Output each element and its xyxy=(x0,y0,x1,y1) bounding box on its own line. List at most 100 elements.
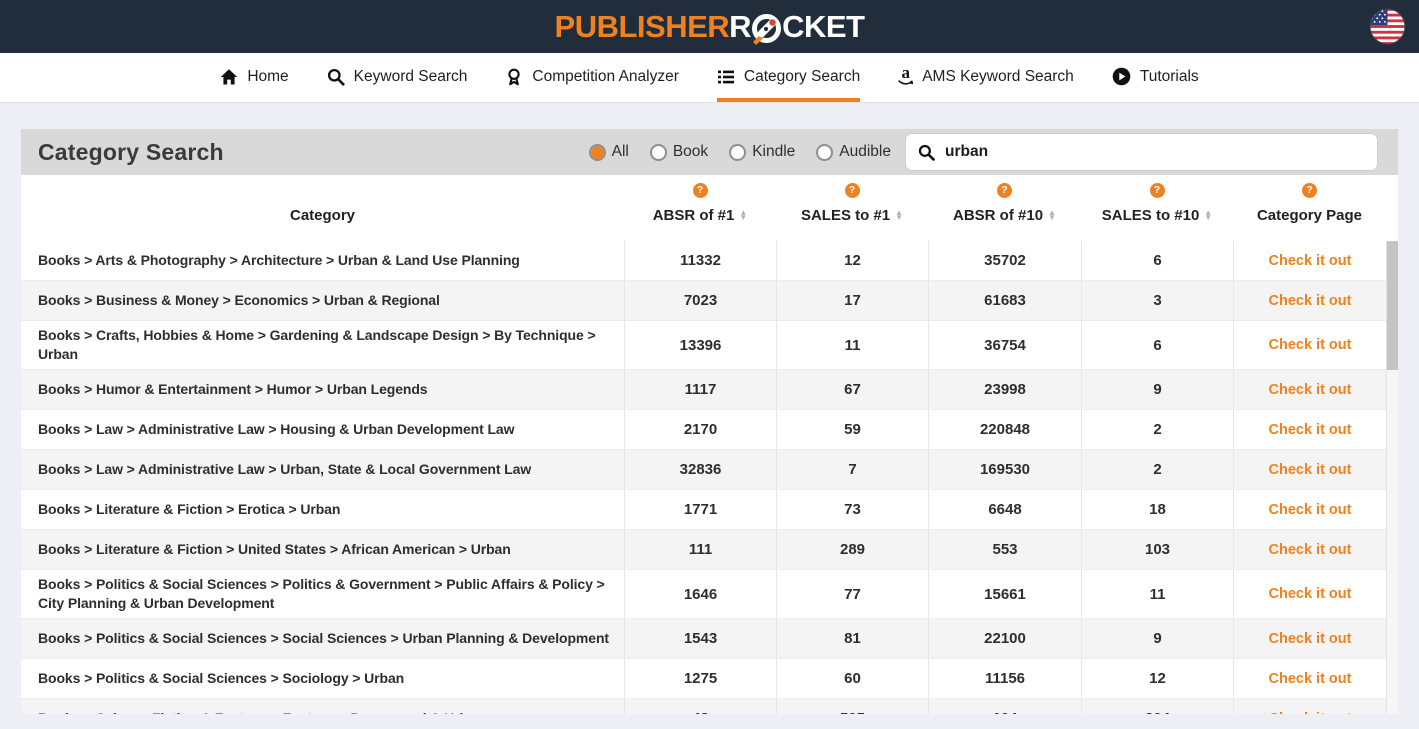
sales-to-1-cell: 67 xyxy=(776,370,928,409)
absr-of-1-cell: 2170 xyxy=(624,410,776,449)
sales-to-10-cell: 12 xyxy=(1081,659,1233,698)
absr-of-1-cell: 13396 xyxy=(624,321,776,369)
category-cell: Books > Politics & Social Sciences > Soc… xyxy=(21,619,624,658)
category-cell: Books > Arts & Photography > Architectur… xyxy=(21,241,624,280)
marketplace-filter-group: All Book Kindle Audible xyxy=(589,143,891,161)
absr-of-10-cell: 6648 xyxy=(928,490,1081,529)
radio-label: Kindle xyxy=(752,143,795,161)
radio-icon xyxy=(729,144,746,161)
page-title: Category Search xyxy=(38,139,224,166)
help-icon[interactable]: ? xyxy=(693,183,708,198)
help-icon[interactable]: ? xyxy=(845,183,860,198)
filter-radio-kindle[interactable]: Kindle xyxy=(729,143,795,161)
sort-icon: ▲▼ xyxy=(1048,211,1056,220)
sort-icon: ▲▼ xyxy=(1204,211,1212,220)
absr-of-1-cell: 32836 xyxy=(624,450,776,489)
check-it-out-link[interactable]: Check it out xyxy=(1269,382,1352,398)
column-header-sales-to-1[interactable]: ? SALES to #1 ▲▼ xyxy=(776,175,928,241)
sales-to-10-cell: 204 xyxy=(1081,699,1233,714)
nav-label: AMS Keyword Search xyxy=(922,68,1074,86)
filter-radio-audible[interactable]: Audible xyxy=(816,143,891,161)
category-search-box xyxy=(905,133,1378,171)
nav-item-competition-analyzer[interactable]: Competition Analyzer xyxy=(505,53,678,102)
panel-header: Category Search All Book Kindle Audible xyxy=(21,129,1398,175)
check-it-out-link[interactable]: Check it out xyxy=(1269,711,1352,715)
column-label: ABSR of #1 xyxy=(653,207,735,224)
help-icon[interactable]: ? xyxy=(997,183,1012,198)
check-it-out-link[interactable]: Check it out xyxy=(1269,671,1352,687)
absr-of-10-cell: 36754 xyxy=(928,321,1081,369)
radio-icon xyxy=(650,144,667,161)
sales-to-1-cell: 60 xyxy=(776,659,928,698)
search-input[interactable] xyxy=(945,143,1365,161)
absr-of-1-cell: 111 xyxy=(624,530,776,569)
radio-label: Book xyxy=(673,143,708,161)
table-scrollbar[interactable] xyxy=(1386,241,1398,714)
table-row: Books > Politics & Social Sciences > Pol… xyxy=(21,570,1386,619)
sales-to-1-cell: 11 xyxy=(776,321,928,369)
publisher-rocket-logo: PUBLISHERR CKET xyxy=(555,11,865,42)
check-it-out-link[interactable]: Check it out xyxy=(1269,542,1352,558)
help-icon[interactable]: ? xyxy=(1302,183,1317,198)
category-cell: Books > Law > Administrative Law > Housi… xyxy=(21,410,624,449)
absr-of-10-cell: 35702 xyxy=(928,241,1081,280)
absr-of-10-cell: 104 xyxy=(928,699,1081,714)
column-header-absr-of-1[interactable]: ? ABSR of #1▲▼ xyxy=(624,175,776,241)
column-header-category[interactable]: ? Category xyxy=(21,175,624,241)
nav-label: Home xyxy=(247,68,288,86)
column-label: Category Page xyxy=(1257,207,1362,224)
help-icon[interactable]: ? xyxy=(1150,183,1165,198)
column-header-sales-to-10[interactable]: ? SALES to #10 ▲▼ xyxy=(1081,175,1233,241)
check-it-out-link[interactable]: Check it out xyxy=(1269,293,1352,309)
nav-label: Category Search xyxy=(744,68,860,86)
table-row: Books > Science Fiction & Fantasy > Fant… xyxy=(21,699,1386,714)
amazon-icon: a xyxy=(898,67,913,86)
top-bar: PUBLISHERR CKET xyxy=(0,0,1419,53)
check-it-out-link[interactable]: Check it out xyxy=(1269,462,1352,478)
column-header-absr-of-10[interactable]: ? ABSR of #10▲▼ xyxy=(928,175,1081,241)
absr-of-1-cell: 11332 xyxy=(624,241,776,280)
absr-of-10-cell: 169530 xyxy=(928,450,1081,489)
scrollbar-thumb[interactable] xyxy=(1387,241,1398,370)
check-it-out-link[interactable]: Check it out xyxy=(1269,337,1352,353)
nav-item-category-search[interactable]: Category Search xyxy=(717,53,860,102)
category-cell: Books > Politics & Social Sciences > Pol… xyxy=(21,570,624,618)
table-row: Books > Arts & Photography > Architectur… xyxy=(21,241,1386,281)
category-cell: Books > Literature & Fiction > Erotica >… xyxy=(21,490,624,529)
filter-radio-all[interactable]: All xyxy=(589,143,629,161)
table-row: Books > Literature & Fiction > United St… xyxy=(21,530,1386,570)
category-cell: Books > Law > Administrative Law > Urban… xyxy=(21,450,624,489)
sales-to-10-cell: 9 xyxy=(1081,619,1233,658)
table-row: Books > Literature & Fiction > Erotica >… xyxy=(21,490,1386,530)
logo-text-cket: CKET xyxy=(782,11,864,42)
sales-to-1-cell: 81 xyxy=(776,619,928,658)
column-label: SALES to #10 xyxy=(1102,207,1200,224)
nav-item-home[interactable]: Home xyxy=(220,53,288,102)
absr-of-10-cell: 23998 xyxy=(928,370,1081,409)
check-it-out-link[interactable]: Check it out xyxy=(1269,631,1352,647)
column-header-category-page[interactable]: ? Category Page xyxy=(1233,175,1386,241)
search-icon xyxy=(918,144,935,161)
play-icon xyxy=(1112,67,1131,86)
check-it-out-link[interactable]: Check it out xyxy=(1269,253,1352,269)
absr-of-1-cell: 1543 xyxy=(624,619,776,658)
check-it-out-link[interactable]: Check it out xyxy=(1269,586,1352,602)
sales-to-10-cell: 3 xyxy=(1081,281,1233,320)
column-label: Category xyxy=(290,207,355,224)
rocket-icon xyxy=(752,14,781,43)
list-icon xyxy=(717,68,735,86)
nav-item-ams-keyword-search[interactable]: a AMS Keyword Search xyxy=(898,53,1074,102)
language-flag-icon[interactable] xyxy=(1369,8,1406,45)
check-it-out-link[interactable]: Check it out xyxy=(1269,422,1352,438)
nav-item-tutorials[interactable]: Tutorials xyxy=(1112,53,1199,102)
table-row: Books > Crafts, Hobbies & Home > Gardeni… xyxy=(21,321,1386,370)
check-it-out-link[interactable]: Check it out xyxy=(1269,502,1352,518)
column-label: SALES to #1 xyxy=(801,207,890,224)
nav-item-keyword-search[interactable]: Keyword Search xyxy=(327,53,468,102)
sort-icon: ▲▼ xyxy=(895,211,903,220)
search-icon xyxy=(327,68,345,86)
filter-radio-book[interactable]: Book xyxy=(650,143,708,161)
sales-to-1-cell: 289 xyxy=(776,530,928,569)
sales-to-10-cell: 2 xyxy=(1081,450,1233,489)
sales-to-1-cell: 12 xyxy=(776,241,928,280)
